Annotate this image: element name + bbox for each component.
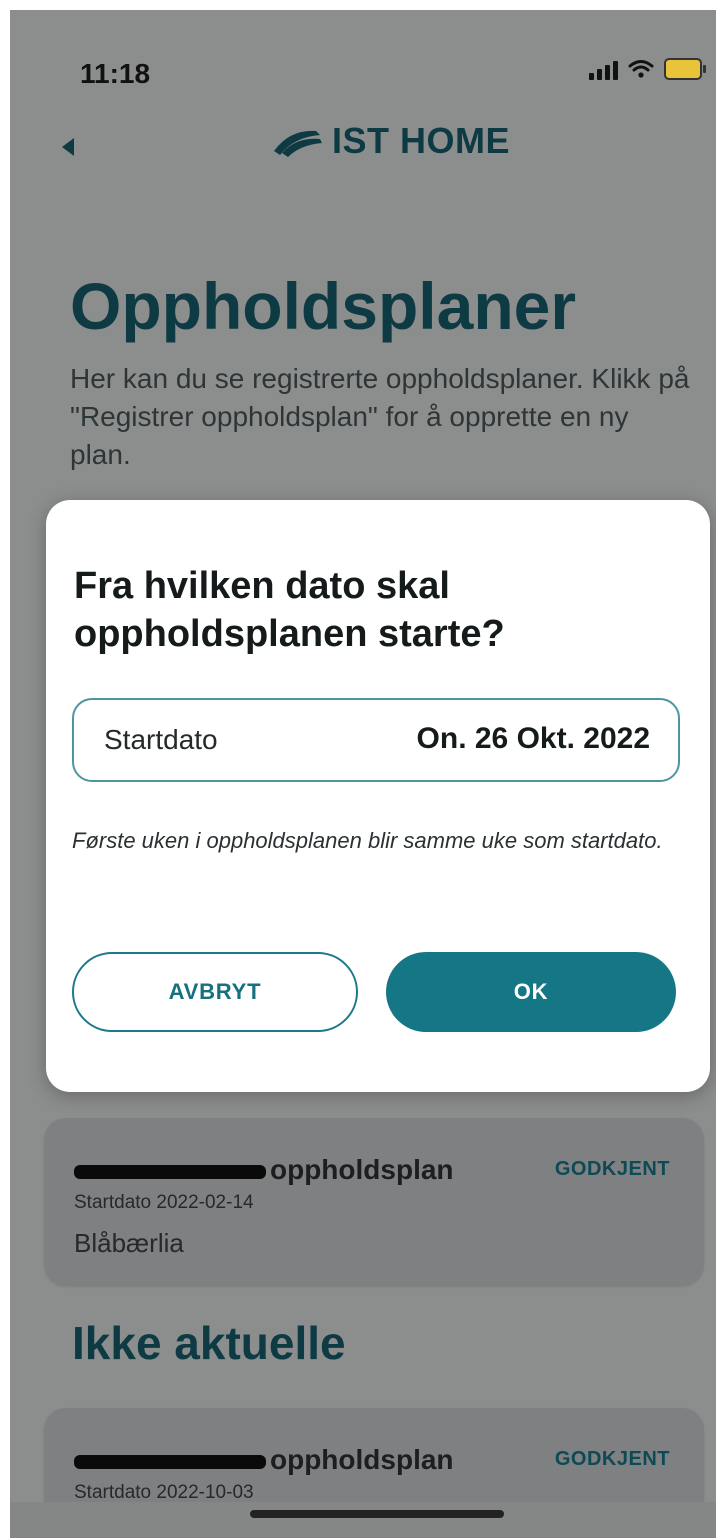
redacted-name	[74, 1164, 266, 1179]
cancel-button[interactable]: AVBRYT	[72, 952, 358, 1032]
back-arrow-icon[interactable]	[62, 138, 74, 156]
logo-text: IST HOME	[332, 120, 511, 161]
signal-icon	[589, 58, 618, 80]
start-date-field[interactable]: Startdato On. 26 Okt. 2022	[72, 698, 680, 782]
plan-card-title: oppholdsplan	[74, 1444, 454, 1476]
status-badge: GODKJENT	[554, 1158, 670, 1180]
bottom-bar	[10, 1502, 716, 1538]
ist-logo-icon	[274, 130, 322, 157]
start-date-label: Startdato	[104, 724, 218, 755]
status-time: 11:18	[80, 58, 151, 89]
start-date-dialog: Fra hvilken dato skal oppholdsplanen sta…	[46, 500, 710, 1092]
dialog-title: Fra hvilken dato skal oppholdsplanen sta…	[74, 565, 505, 655]
status-badge: GODKJENT	[554, 1448, 670, 1470]
page-intro: Her kan du se registrerte oppholdsplaner…	[70, 363, 690, 470]
dialog-note: Første uken i oppholdsplanen blir samme …	[72, 828, 663, 853]
plan-card-date: Startdato 2022-10-03	[74, 1482, 254, 1503]
app-screen: 11:18 IST HOME Oppholdsplaner Her kan du…	[10, 10, 716, 1538]
ok-button[interactable]: OK	[386, 952, 676, 1032]
home-indicator[interactable]	[250, 1510, 504, 1518]
plan-card-date: Startdato 2022-02-14	[74, 1192, 254, 1213]
wifi-icon	[628, 60, 654, 78]
page-title: Oppholdsplaner	[70, 269, 577, 343]
app-logo: IST HOME	[270, 120, 510, 162]
section-title-inactive: Ikke aktuelle	[72, 1317, 346, 1369]
plan-card[interactable]: oppholdsplan GODKJENT Startdato 2022-02-…	[44, 1118, 704, 1286]
redacted-name	[74, 1454, 266, 1469]
plan-card-place: Blåbærlia	[74, 1228, 184, 1258]
start-date-value: On. 26 Okt. 2022	[416, 722, 650, 755]
status-icons	[589, 58, 706, 80]
battery-charging-icon	[664, 58, 706, 80]
plan-card-title: oppholdsplan	[74, 1154, 454, 1186]
